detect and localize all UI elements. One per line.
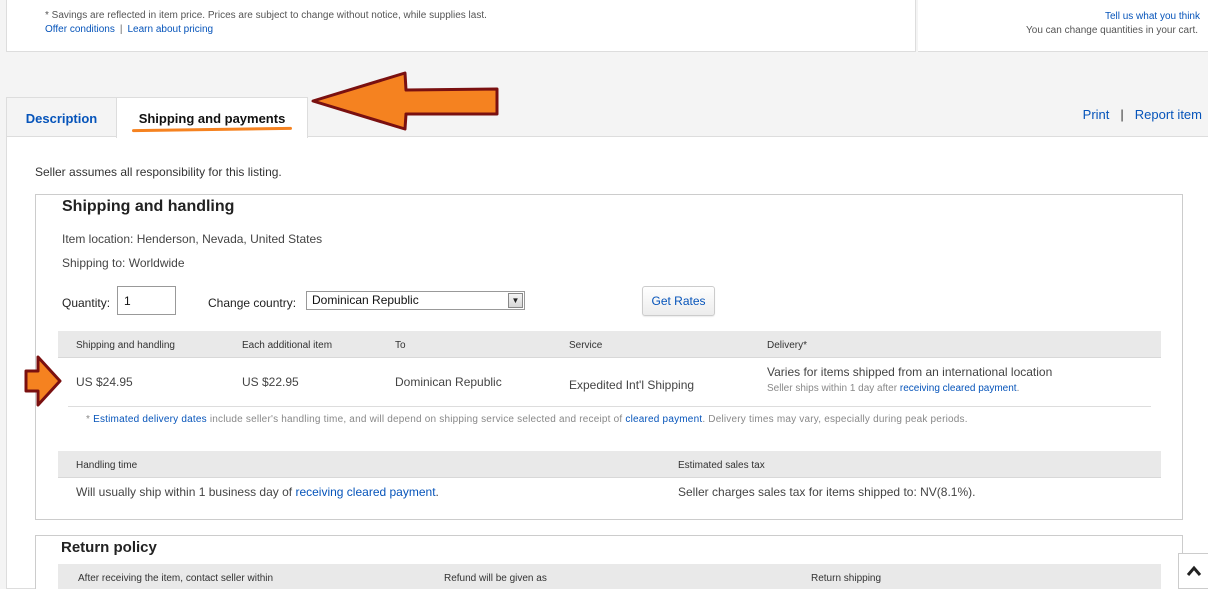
annotation-arrows: [24, 71, 499, 407]
annotation-arrow-row: [24, 355, 62, 407]
scroll-to-top-button[interactable]: [1178, 553, 1208, 589]
annotation-arrow-tab: [311, 71, 499, 131]
chevron-up-icon: [1186, 565, 1201, 576]
